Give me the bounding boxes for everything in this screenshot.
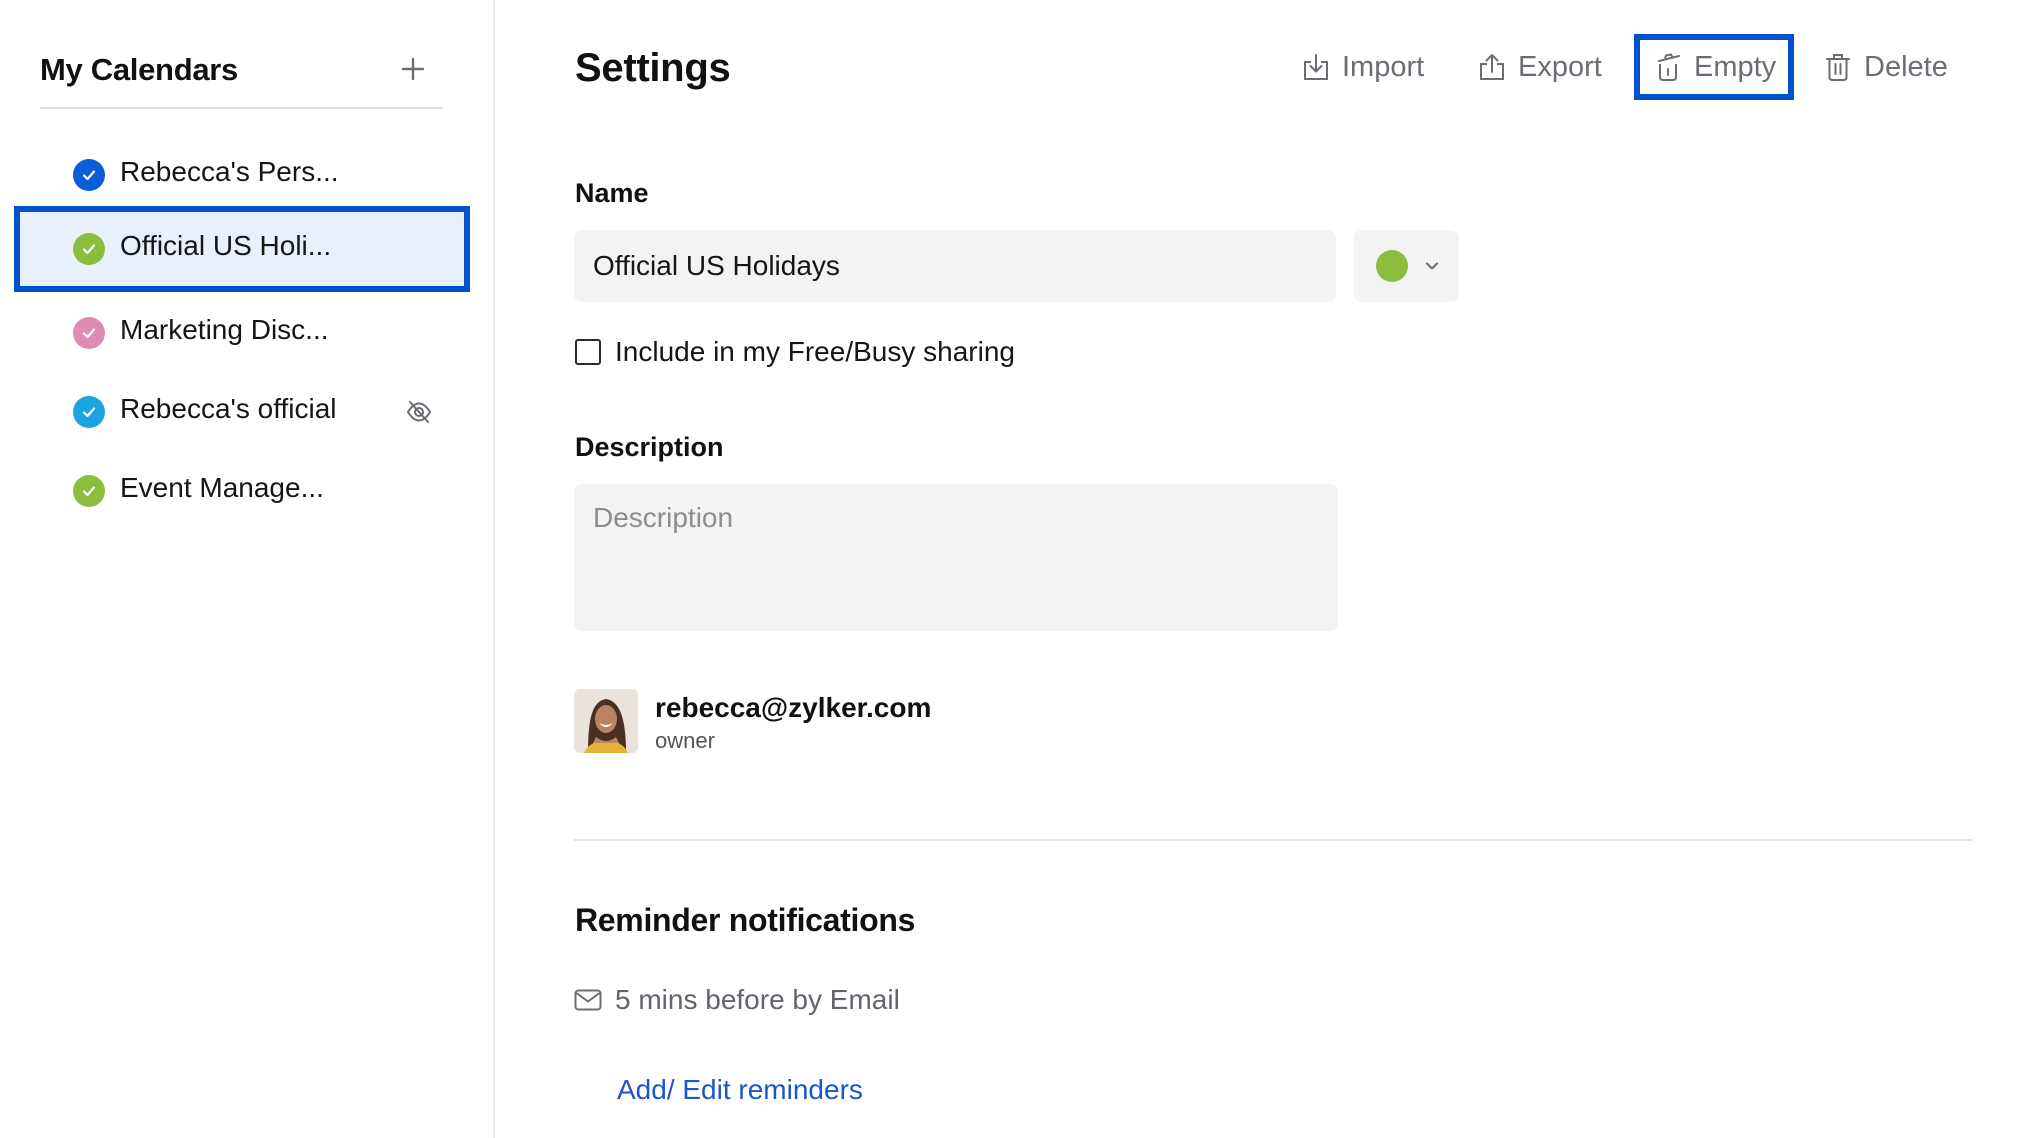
description-input[interactable]	[574, 484, 1338, 631]
owner-email: rebecca@zylker.com	[655, 692, 932, 723]
owner-role: owner	[655, 728, 715, 753]
calendar-item-label: Marketing Disc...	[120, 314, 329, 345]
export-label: Export	[1518, 50, 1602, 83]
reminder-item: 5 mins before by Email	[574, 984, 900, 1016]
calendar-item-label: Event Manage...	[120, 472, 324, 503]
free-busy-checkbox[interactable]	[575, 339, 601, 365]
my-calendars-title: My Calendars	[40, 52, 238, 87]
section-divider	[574, 839, 1972, 841]
delete-label: Delete	[1864, 50, 1948, 83]
page-title: Settings	[575, 46, 731, 90]
export-button[interactable]: Export	[1466, 38, 1614, 96]
reminder-text: 5 mins before by Email	[615, 984, 900, 1015]
eye-off-icon[interactable]	[405, 399, 433, 425]
mail-icon	[574, 989, 602, 1011]
free-busy-checkbox-row[interactable]: Include in my Free/Busy sharing	[575, 336, 1015, 368]
color-picker-dropdown[interactable]	[1354, 230, 1459, 302]
sidebar-divider	[493, 0, 495, 1138]
calendar-check-icon[interactable]	[73, 233, 105, 265]
import-label: Import	[1342, 50, 1425, 83]
free-busy-label: Include in my Free/Busy sharing	[615, 336, 1015, 367]
description-label: Description	[575, 432, 724, 462]
sidebar-divider-line	[40, 107, 443, 109]
calendar-item-official-us-holidays[interactable]: Official US Holi...	[14, 206, 470, 292]
calendar-name-input[interactable]	[574, 230, 1336, 302]
import-button[interactable]: Import	[1290, 38, 1436, 96]
calendar-item-label: Rebecca's official	[120, 393, 337, 424]
reminder-notifications-title: Reminder notifications	[575, 902, 916, 938]
empty-trash-icon	[1658, 53, 1680, 81]
calendar-item-rebeccas-official[interactable]: Rebecca's official	[14, 369, 470, 455]
add-calendar-button[interactable]	[398, 54, 428, 84]
delete-icon	[1826, 54, 1850, 81]
calendar-item-label: Official US Holi...	[120, 230, 332, 261]
name-label: Name	[575, 178, 649, 208]
calendar-check-icon[interactable]	[73, 396, 105, 428]
calendar-check-icon[interactable]	[73, 317, 105, 349]
delete-button[interactable]: Delete	[1812, 38, 1960, 96]
owner-avatar	[574, 689, 638, 753]
add-edit-reminders-link[interactable]: Add/ Edit reminders	[617, 1074, 863, 1106]
empty-label: Empty	[1694, 50, 1777, 83]
empty-button[interactable]: Empty	[1634, 34, 1795, 100]
calendar-item-label: Rebecca's Pers...	[120, 156, 339, 187]
plus-icon	[401, 57, 425, 81]
export-icon	[1480, 54, 1504, 80]
sidebar: My Calendars Rebecca's Pers... Official …	[0, 0, 493, 1138]
calendar-item-event-management[interactable]: Event Manage...	[14, 448, 470, 534]
selected-color-swatch	[1376, 250, 1408, 282]
calendar-check-icon[interactable]	[73, 159, 105, 191]
import-icon	[1304, 54, 1328, 80]
calendar-item-marketing[interactable]: Marketing Disc...	[14, 290, 470, 376]
calendar-check-icon[interactable]	[73, 475, 105, 507]
chevron-down-icon	[1426, 262, 1438, 270]
